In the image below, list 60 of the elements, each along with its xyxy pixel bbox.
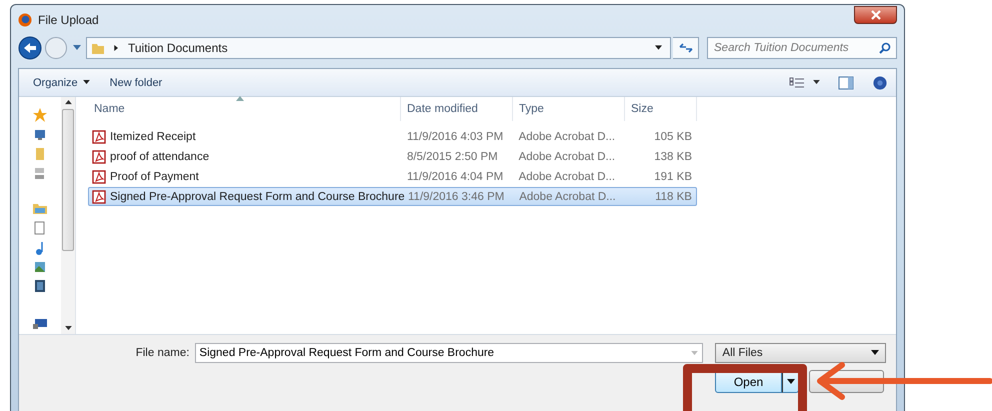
- type-text: Adobe Acrobat D...: [518, 150, 616, 162]
- close-button[interactable]: [854, 6, 897, 24]
- file-type-dropdown[interactable]: All Files: [715, 343, 886, 363]
- caret-icon[interactable]: [813, 80, 820, 85]
- music-note-icon[interactable]: [34, 241, 46, 255]
- size-text: 105 KB: [653, 130, 693, 142]
- file-row[interactable]: Signed Pre-Approval Request Form and Course Brochure 11/9/2016 3:46 PM Adobe Acrobat D... 118 KB: [88, 187, 697, 206]
- file-name-text: Signed Pre-Approval Request Form and Course Brochure: [110, 190, 405, 202]
- caret-icon: [786, 378, 794, 384]
- file-row[interactable]: proof of attendance 8/5/2015 2:50 PM Adobe Acrobat D... 138 KB: [88, 147, 697, 166]
- pdf-file-icon: [92, 190, 106, 204]
- date-text: 8/5/2015 2:50 PM: [406, 150, 499, 162]
- star-icon[interactable]: [32, 107, 48, 123]
- date-text: 11/9/2016 4:03 PM: [406, 130, 504, 142]
- document-icon[interactable]: [34, 221, 46, 235]
- image-icon[interactable]: [34, 261, 46, 273]
- size-text: 118 KB: [654, 190, 693, 202]
- search-icon[interactable]: [879, 42, 891, 54]
- size-text: 138 KB: [653, 150, 693, 162]
- film-icon[interactable]: [34, 279, 46, 293]
- file-name-field[interactable]: Signed Pre-Approval Request Form and Course Brochure: [195, 343, 704, 363]
- date-text: 11/9/2016 3:46 PM: [407, 190, 506, 202]
- window-title: File Upload: [38, 13, 99, 27]
- caret-icon: [871, 350, 879, 356]
- refresh-icon: [678, 42, 692, 54]
- caret-icon: [82, 80, 90, 85]
- size-text: 191 KB: [653, 170, 693, 182]
- pdf-file-icon: [92, 150, 106, 164]
- file-name-text: Itemized Receipt: [110, 130, 196, 142]
- type-text: Adobe Acrobat D...: [518, 170, 616, 182]
- view-icon[interactable]: [789, 76, 805, 90]
- file-name-text: Proof of Payment: [110, 170, 199, 182]
- column-header[interactable]: Name: [88, 97, 401, 121]
- date-text: 11/9/2016 4:04 PM: [406, 170, 504, 182]
- sort-arrow-icon: [236, 96, 244, 101]
- field-label: File name:: [134, 347, 190, 359]
- monitor-icon[interactable]: [34, 129, 46, 141]
- column-header[interactable]: Date modified: [401, 97, 513, 121]
- globe-icon: [18, 13, 32, 27]
- new-folder-button[interactable]: New folder: [104, 74, 168, 90]
- file-name-text: proof of attendance: [110, 150, 210, 162]
- back-icon[interactable]: [18, 36, 42, 60]
- scroll-up-icon[interactable]: [64, 100, 72, 105]
- file-row[interactable]: Proof of Payment 11/9/2016 4:04 PM Adobe Acrobat D... 191 KB: [88, 167, 697, 186]
- search-field[interactable]: Search Tuition Documents: [707, 37, 897, 59]
- type-text: Adobe Acrobat D...: [518, 130, 616, 142]
- file-row[interactable]: Itemized Receipt 11/9/2016 4:03 PM Adobe Acrobat D... 105 KB: [88, 127, 697, 146]
- close-icon: [870, 10, 880, 20]
- dropdown-icon[interactable]: [73, 45, 81, 51]
- pdf-file-icon: [92, 130, 106, 144]
- preview-pane-icon[interactable]: [838, 76, 854, 90]
- organize-menu[interactable]: Organize: [27, 74, 96, 90]
- type-text: Adobe Acrobat D...: [518, 190, 617, 202]
- refresh-button[interactable]: [673, 37, 699, 59]
- pdf-file-icon: [92, 170, 106, 184]
- scrollbar[interactable]: [61, 97, 75, 334]
- column-header[interactable]: Type: [513, 97, 625, 121]
- scroll-down-icon[interactable]: [64, 326, 72, 331]
- column-header[interactable]: Size: [625, 97, 697, 121]
- address-bar[interactable]: Tuition Documents: [86, 37, 671, 59]
